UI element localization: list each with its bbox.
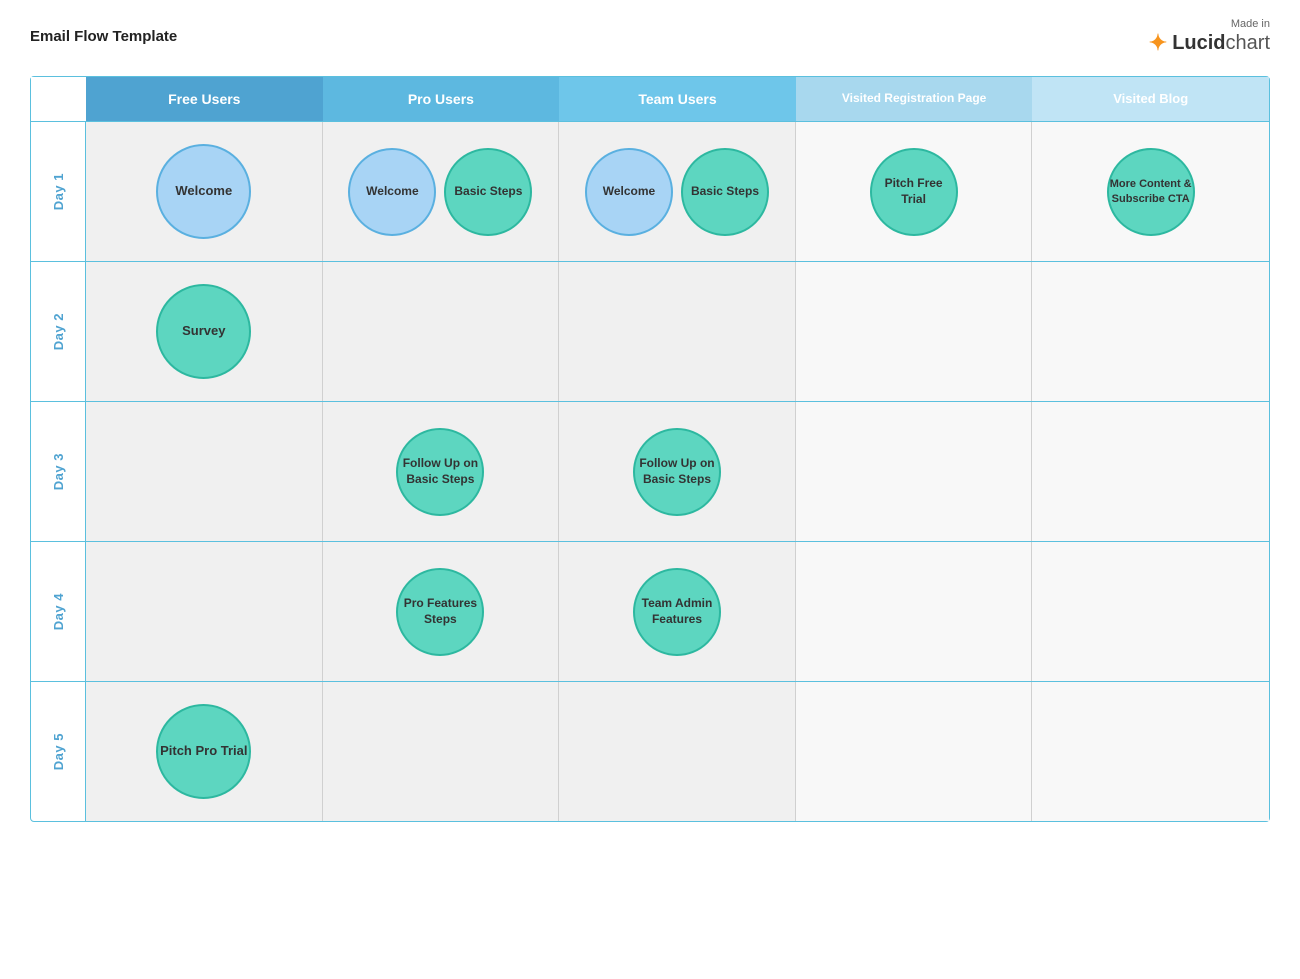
day-5-reg <box>796 682 1033 821</box>
col-header-blog: Visited Blog <box>1032 77 1269 121</box>
day-row-1: Day 1 Welcome Welcome Basic Steps Welcom… <box>31 121 1269 261</box>
column-headers: Free Users Pro Users Team Users Visited … <box>31 77 1269 121</box>
circle-pro-features: Pro Features Steps <box>396 568 484 656</box>
day-label-2: Day 2 <box>51 313 66 350</box>
day-row-3: Day 3 Follow Up on Basic Steps Follow Up… <box>31 401 1269 541</box>
day-5-blog <box>1032 682 1269 821</box>
circle-welcome-pro: Welcome <box>348 148 436 236</box>
circle-pitch-free-trial: Pitch Free Trial <box>870 148 958 236</box>
day-label-cell-4: Day 4 <box>31 542 86 681</box>
circle-welcome-free: Welcome <box>156 144 251 239</box>
day-3-free <box>86 402 323 541</box>
day-4-team: Team Admin Features <box>559 542 796 681</box>
day-label-cell-3: Day 3 <box>31 402 86 541</box>
day-4-free <box>86 542 323 681</box>
day-1-team: Welcome Basic Steps <box>559 122 796 261</box>
day-label-5: Day 5 <box>51 733 66 770</box>
day-4-reg <box>796 542 1033 681</box>
day-2-pro <box>323 262 560 401</box>
circle-team-admin: Team Admin Features <box>633 568 721 656</box>
day-1-reg: Pitch Free Trial <box>796 122 1033 261</box>
day-label-3: Day 3 <box>51 453 66 490</box>
circle-followup-pro: Follow Up on Basic Steps <box>396 428 484 516</box>
flow-container: Free Users Pro Users Team Users Visited … <box>30 76 1270 822</box>
day-row-4: Day 4 Pro Features Steps Team Admin Feat… <box>31 541 1269 681</box>
day-2-blog <box>1032 262 1269 401</box>
day-2-team <box>559 262 796 401</box>
day-row-5: Day 5 Pitch Pro Trial <box>31 681 1269 821</box>
day-4-pro: Pro Features Steps <box>323 542 560 681</box>
circle-pitch-pro-trial: Pitch Pro Trial <box>156 704 251 799</box>
day-3-pro: Follow Up on Basic Steps <box>323 402 560 541</box>
day-row-2: Day 2 Survey <box>31 261 1269 401</box>
day-2-free: Survey <box>86 262 323 401</box>
day-label-cell-5: Day 5 <box>31 682 86 821</box>
day-label-cell-2: Day 2 <box>31 262 86 401</box>
lucid-word: Lucid <box>1172 32 1225 54</box>
day-1-blog: More Content & Subscribe CTA <box>1032 122 1269 261</box>
col-header-team: Team Users <box>559 77 796 121</box>
day-3-blog <box>1032 402 1269 541</box>
day-5-pro <box>323 682 560 821</box>
lucidchart-logo: Made in ✦ Lucidchart <box>1149 18 1270 56</box>
circle-basic-steps-pro: Basic Steps <box>444 148 532 236</box>
day-3-team: Follow Up on Basic Steps <box>559 402 796 541</box>
made-in-label: Made in <box>1231 18 1270 30</box>
day-1-pro: Welcome Basic Steps <box>323 122 560 261</box>
circle-followup-team: Follow Up on Basic Steps <box>633 428 721 516</box>
day-label-4: Day 4 <box>51 593 66 630</box>
day-4-blog <box>1032 542 1269 681</box>
corner-cell <box>31 77 86 121</box>
lucidchart-icon: ✦ <box>1149 30 1167 56</box>
circle-more-content: More Content & Subscribe CTA <box>1107 148 1195 236</box>
page-title: Email Flow Template <box>30 28 177 45</box>
page-header: Email Flow Template Made in ✦ Lucidchart <box>0 0 1300 66</box>
col-header-reg: Visited Registration Page <box>796 77 1033 121</box>
day-2-reg <box>796 262 1033 401</box>
col-header-pro: Pro Users <box>323 77 560 121</box>
circle-survey: Survey <box>156 284 251 379</box>
col-header-free: Free Users <box>86 77 323 121</box>
day-1-free: Welcome <box>86 122 323 261</box>
circle-welcome-team: Welcome <box>585 148 673 236</box>
day-label-1: Day 1 <box>51 173 66 210</box>
brand-container: ✦ Lucidchart <box>1149 30 1270 56</box>
day-5-team <box>559 682 796 821</box>
day-3-reg <box>796 402 1033 541</box>
lucidchart-name: Lucidchart <box>1172 32 1270 55</box>
day-5-free: Pitch Pro Trial <box>86 682 323 821</box>
day-label-cell-1: Day 1 <box>31 122 86 261</box>
chart-word: chart <box>1226 32 1270 54</box>
circle-basic-steps-team: Basic Steps <box>681 148 769 236</box>
